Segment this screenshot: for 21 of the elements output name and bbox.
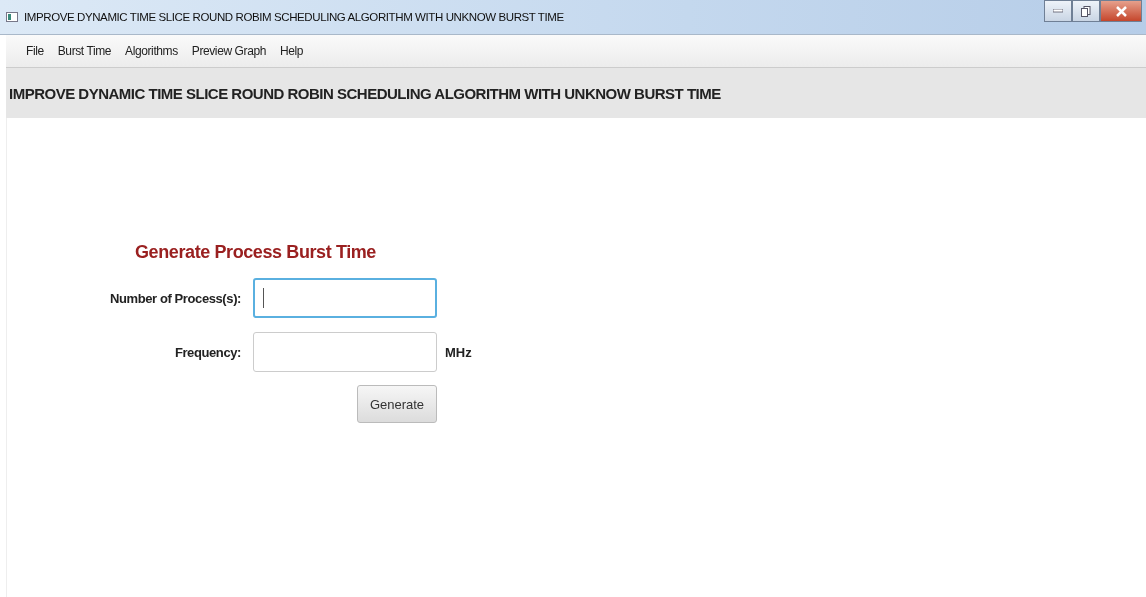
minimize-button[interactable] xyxy=(1044,0,1072,22)
input-field[interactable] xyxy=(253,332,437,372)
input-field[interactable] xyxy=(253,278,437,318)
field-label: Number of Process(s): xyxy=(108,290,242,306)
app-heading: IMPROVE DYNAMIC TIME SLICE ROUND ROBIN SCHEDULING ALGORITHM WITH UNKNOW BURST TIME xyxy=(9,84,721,102)
menu-item[interactable]: File xyxy=(26,44,44,58)
form-title: Generate Process Burst Time xyxy=(135,242,377,263)
menu-item[interactable]: Preview Graph xyxy=(191,44,266,58)
menu-item[interactable]: Algorithms xyxy=(125,44,178,58)
unit-label: MHz xyxy=(445,344,472,360)
window-title: IMPROVE DYNAMIC TIME SLICE ROUND ROBIM SCHEDULING ALGORITHM WITH UNKNOW BURST TIME xyxy=(24,11,564,23)
minimize-icon xyxy=(1053,9,1063,13)
generate-button[interactable]: Generate xyxy=(357,385,437,423)
close-button[interactable] xyxy=(1100,0,1142,22)
restore-icon xyxy=(1081,5,1091,17)
app-icon xyxy=(6,11,18,23)
close-icon xyxy=(1115,5,1127,17)
menu-item[interactable]: Help xyxy=(279,44,304,58)
menu-item[interactable]: Burst Time xyxy=(57,44,112,58)
restore-button[interactable] xyxy=(1072,0,1100,22)
field-label: Frequency: xyxy=(173,344,242,360)
